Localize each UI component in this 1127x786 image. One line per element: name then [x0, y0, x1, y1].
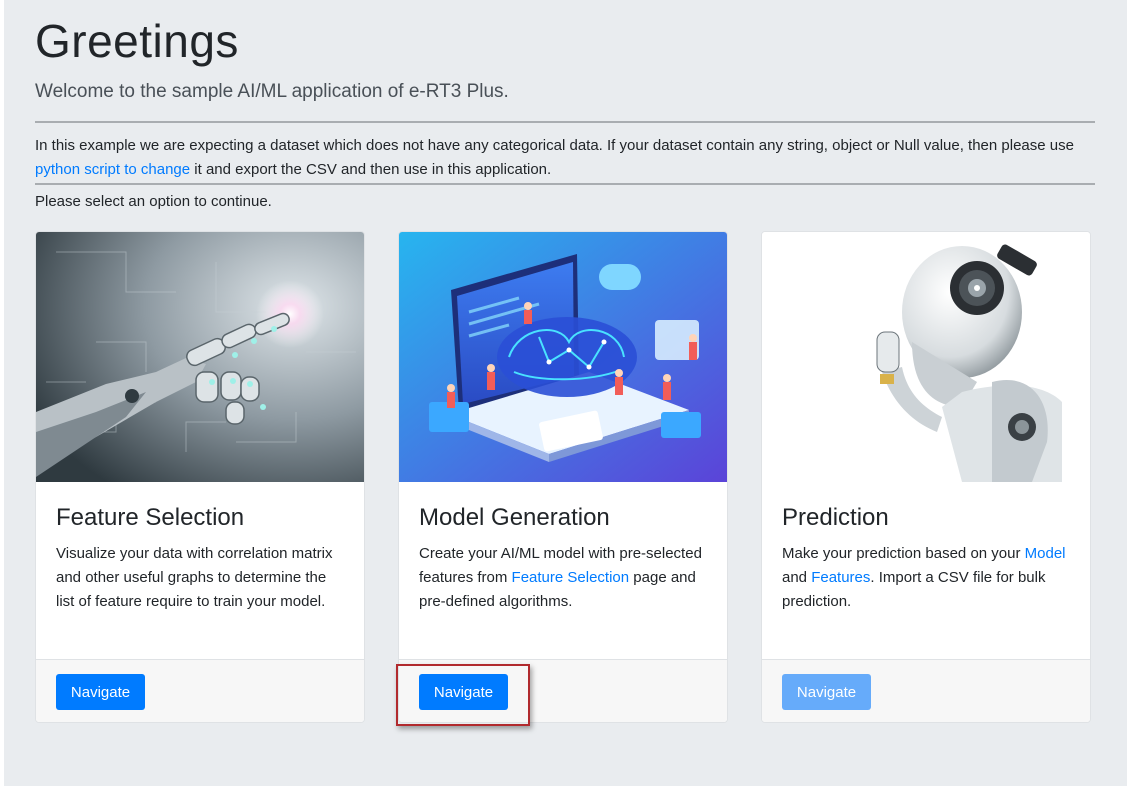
intro-text-end: it and export the CSV and then use in th…	[190, 161, 552, 178]
select-option-prompt: Please select an option to continue.	[35, 193, 272, 210]
card-text-part: Make your prediction based on your	[782, 545, 1025, 562]
intro-text-start: In this example we are expecting a datas…	[35, 137, 1074, 154]
ai-brain-illustration	[399, 232, 727, 482]
card-footer: Navigate	[762, 659, 1090, 722]
thinking-robot-image	[762, 232, 1090, 482]
card-description: Visualize your data with correlation mat…	[56, 545, 333, 610]
feature-selection-card: Feature Selection Visualize your data wi…	[35, 231, 365, 723]
card-description: Create your AI/ML model with pre-selecte…	[419, 542, 709, 614]
page-title: Greetings	[35, 15, 239, 67]
python-script-link[interactable]: python script to change	[35, 161, 190, 178]
model-link[interactable]: Model	[1025, 545, 1066, 562]
prediction-navigate-button[interactable]: Navigate	[782, 674, 871, 710]
robot-hand-image	[36, 232, 364, 482]
card-description: Make your prediction based on your Model…	[782, 542, 1072, 614]
card-title: Feature Selection	[56, 504, 245, 531]
model-generation-card: Model Generation Create your AI/ML model…	[398, 231, 728, 723]
card-title: Model Generation	[419, 504, 610, 531]
feature-selection-link[interactable]: Feature Selection	[512, 569, 630, 586]
card-title: Prediction	[782, 504, 889, 531]
divider	[35, 121, 1095, 123]
card-footer: Navigate	[36, 659, 364, 722]
page-background: Greetings Welcome to the sample AI/ML ap…	[4, 0, 1127, 786]
highlight-box	[396, 664, 530, 726]
intro-paragraph: In this example we are expecting a datas…	[35, 134, 1095, 182]
divider	[35, 183, 1095, 185]
features-link[interactable]: Features	[811, 569, 870, 586]
card-text-part: and	[782, 569, 812, 586]
feature-selection-navigate-button[interactable]: Navigate	[56, 674, 145, 710]
prediction-card: Prediction Make your prediction based on…	[761, 231, 1091, 723]
page-subtitle: Welcome to the sample AI/ML application …	[35, 81, 509, 102]
